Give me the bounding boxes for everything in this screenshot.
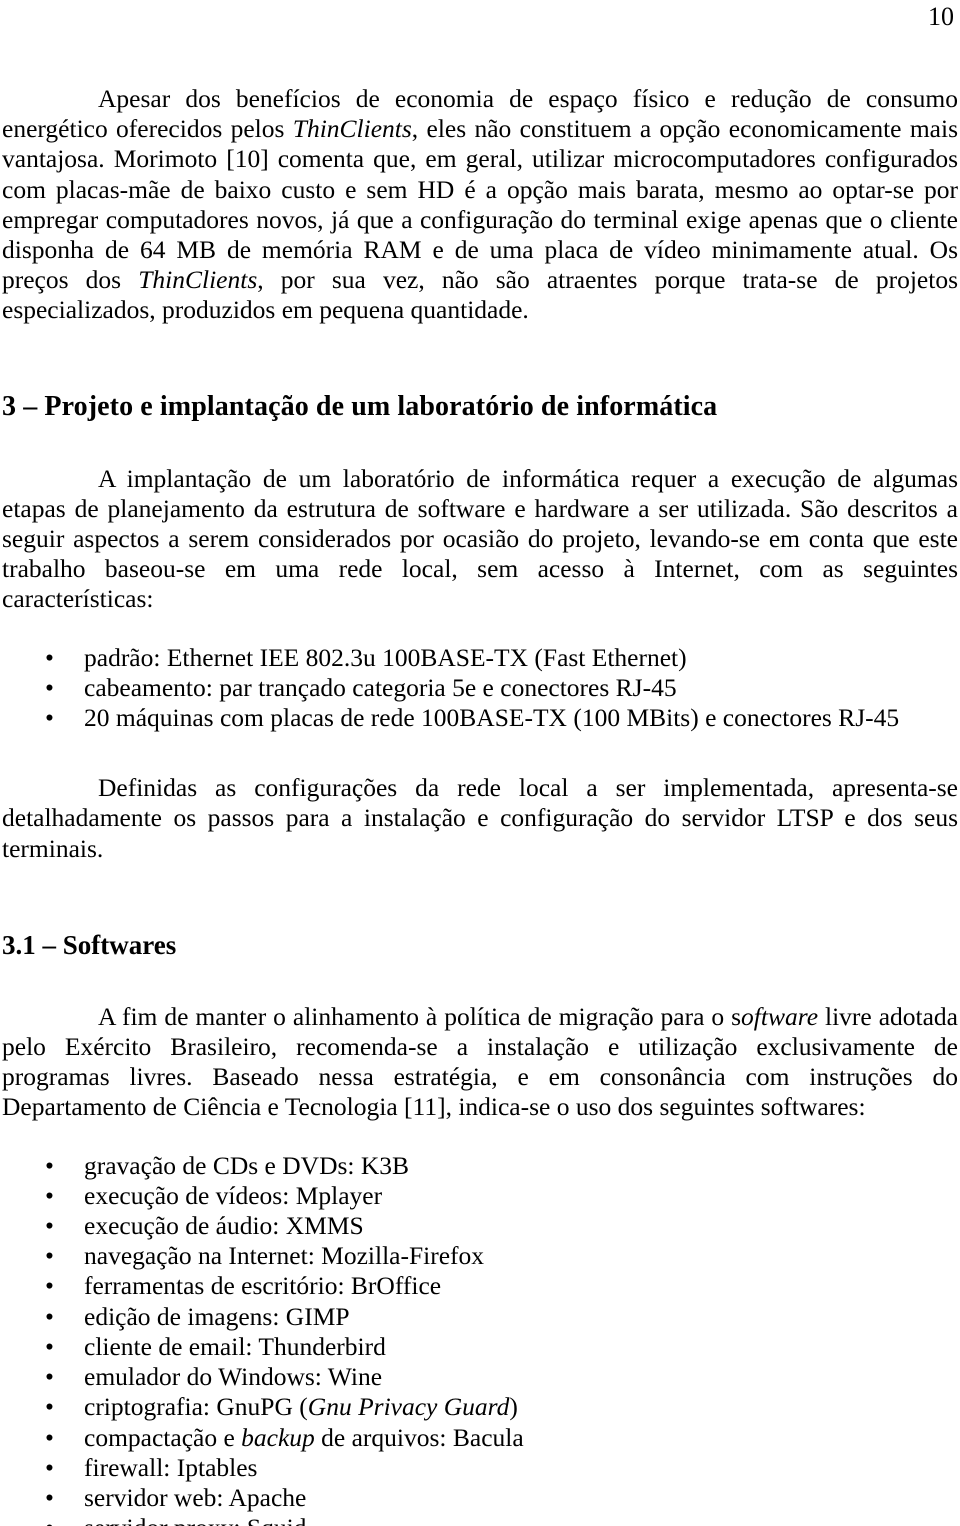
bullet-icon: • (45, 1422, 54, 1452)
heading-section-3: 3 – Projeto e implantação de um laborató… (2, 390, 718, 422)
list-item: • gravação de CDs e DVDs: K3B (2, 1151, 958, 1181)
list-item: • criptografia: GnuPG (Gnu Privacy Guard) (2, 1392, 958, 1422)
list-item-suffix: ) (509, 1392, 518, 1422)
spacer-before-section-3 (2, 326, 958, 390)
list-item-label: compactação e (84, 1422, 242, 1452)
bullet-icon: • (45, 1271, 54, 1301)
bullet-icon: • (45, 642, 54, 672)
list-item-label: edição de imagens: GIMP (84, 1301, 350, 1331)
list-item: • ferramentas de escritório: BrOffice (2, 1271, 958, 1301)
page-number: 10 (928, 2, 954, 31)
bullet-icon: • (45, 672, 54, 702)
term-thinclients-1: ThinClients (292, 114, 412, 144)
paragraph-thinclients: Apesar dos benefícios de economia de esp… (2, 84, 958, 326)
bullet-icon: • (45, 1180, 54, 1210)
list-item: • servidor proxy: Squid (2, 1513, 958, 1526)
term-software: oftware (741, 1001, 819, 1031)
paragraph-free-software-text-1: A fim de manter o alinhamento à política… (98, 1001, 742, 1031)
list-item-label: padrão: Ethernet IEE 802.3u 100BASE-TX (… (84, 642, 687, 672)
bullet-icon: • (45, 1331, 54, 1361)
bullet-icon: • (45, 1392, 54, 1422)
list-item: • edição de imagens: GIMP (2, 1302, 958, 1332)
document-page: 10 Apesar dos benefícios de economia de … (0, 0, 960, 1526)
bullet-icon: • (45, 1150, 54, 1180)
list-item-label: ferramentas de escritório: BrOffice (84, 1271, 442, 1301)
list-item-suffix: de arquivos: Bacula (314, 1422, 524, 1452)
bullet-icon: • (45, 1513, 54, 1526)
bullet-icon: • (45, 1482, 54, 1512)
bullet-icon: • (45, 1362, 54, 1392)
spacer-before-section-3-1 (2, 864, 958, 928)
list-item-label: criptografia: GnuPG ( (84, 1392, 308, 1422)
list-item-label: emulador do Windows: Wine (84, 1362, 383, 1392)
list-item-label: servidor proxy: Squid (84, 1513, 306, 1526)
list-item: • emulador do Windows: Wine (2, 1362, 958, 1392)
list-item: • padrão: Ethernet IEE 802.3u 100BASE-TX … (2, 643, 958, 673)
list-item-label: cliente de email: Thunderbird (84, 1331, 386, 1361)
paragraph-free-software-policy: A fim de manter o alinhamento à política… (2, 1002, 958, 1123)
software-list: • gravação de CDs e DVDs: K3B • execução d… (2, 1151, 958, 1526)
bullet-icon: • (45, 1211, 54, 1241)
list-item: • cliente de email: Thunderbird (2, 1332, 958, 1362)
list-item: • compactação e backup de arquivos: Bacul… (2, 1423, 958, 1453)
spacer-before-network-list (2, 615, 958, 643)
spacer-after-section-3-heading (2, 424, 958, 464)
list-item: • firewall: Iptables (2, 1453, 958, 1483)
bullet-icon: • (45, 1241, 54, 1271)
list-item: • servidor web: Apache (2, 1483, 958, 1513)
list-item-label: execução de áudio: XMMS (84, 1211, 364, 1241)
list-item-italic: Gnu Privacy Guard (307, 1392, 510, 1422)
list-item: • execução de áudio: XMMS (2, 1211, 958, 1241)
list-item-label: navegação na Internet: Mozilla-Firefox (84, 1241, 485, 1271)
list-item-label: firewall: Iptables (84, 1452, 258, 1482)
paragraph-definidas: Definidas as configurações da rede local… (2, 773, 958, 863)
list-item: • execução de vídeos: Mplayer (2, 1181, 958, 1211)
list-item: • 20 máquinas com placas de rede 100BASE-… (2, 703, 958, 733)
bullet-icon: • (45, 1452, 54, 1482)
heading-section-3-1: 3.1 – Softwares (2, 929, 177, 960)
paragraph-lab-implementation: A implantação de um laboratório de infor… (2, 463, 958, 614)
list-item-label: 20 máquinas com placas de rede 100BASE-T… (84, 703, 900, 733)
spacer-before-software-list (2, 1123, 958, 1151)
network-characteristics-list: • padrão: Ethernet IEE 802.3u 100BASE-TX … (2, 643, 958, 734)
spacer-after-section-3-1-heading (2, 962, 958, 1002)
list-item: • navegação na Internet: Mozilla-Firefox (2, 1241, 958, 1271)
bullet-icon: • (45, 1301, 54, 1331)
bullet-icon: • (45, 703, 54, 733)
list-item: • cabeamento: par trançado categoria 5e e… (2, 673, 958, 703)
list-item-label: gravação de CDs e DVDs: K3B (84, 1150, 410, 1180)
term-thinclients-2: ThinClients (138, 265, 258, 295)
page-body: Apesar dos benefícios de economia de esp… (2, 0, 958, 1526)
spacer-before-definidas-paragraph (2, 733, 958, 773)
list-item-label: execução de vídeos: Mplayer (84, 1180, 383, 1210)
list-item-label: servidor web: Apache (84, 1482, 307, 1512)
list-item-label: cabeamento: par trançado categoria 5e e … (84, 672, 677, 702)
list-item-italic: backup (241, 1422, 315, 1452)
